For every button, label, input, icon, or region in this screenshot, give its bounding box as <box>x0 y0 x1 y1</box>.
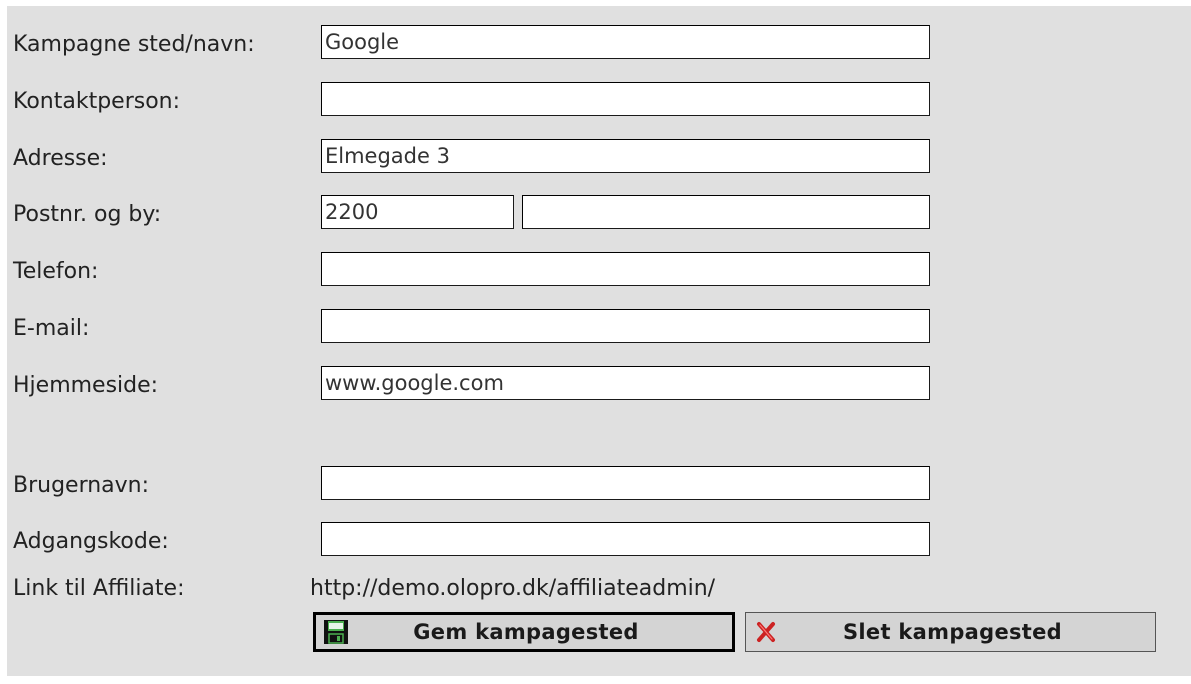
username-label: Brugernavn: <box>13 473 150 498</box>
address-label: Adresse: <box>13 146 108 171</box>
password-label: Adgangskode: <box>13 529 169 554</box>
delete-button-label: Slet kampagested <box>842 620 1063 644</box>
email-label: E-mail: <box>13 316 90 341</box>
website-input[interactable] <box>321 366 930 400</box>
campaign-name-label: Kampagne sted/navn: <box>13 32 255 57</box>
website-label: Hjemmeside: <box>13 373 159 398</box>
password-input[interactable] <box>321 522 930 556</box>
save-button-label: Gem kampagested <box>413 620 639 644</box>
postal-code-input[interactable] <box>321 195 514 229</box>
username-input[interactable] <box>321 466 930 500</box>
floppy-disk-icon <box>322 618 350 646</box>
delete-campaign-button[interactable]: Slet kampagested <box>745 612 1156 652</box>
contact-person-label: Kontaktperson: <box>13 89 181 114</box>
phone-input[interactable] <box>321 252 930 286</box>
campaign-name-input[interactable] <box>321 25 930 59</box>
red-x-icon <box>752 618 780 646</box>
postal-city-label: Postnr. og by: <box>13 202 162 227</box>
contact-person-input[interactable] <box>321 82 930 116</box>
phone-label: Telefon: <box>13 259 99 284</box>
save-campaign-button[interactable]: Gem kampagested <box>313 612 735 652</box>
affiliate-link-label: Link til Affiliate: <box>13 576 185 601</box>
affiliate-link-url[interactable]: http://demo.olopro.dk/affiliateadmin/ <box>310 575 715 603</box>
email-input[interactable] <box>321 309 930 343</box>
city-input[interactable] <box>522 195 930 229</box>
address-input[interactable] <box>321 139 930 173</box>
